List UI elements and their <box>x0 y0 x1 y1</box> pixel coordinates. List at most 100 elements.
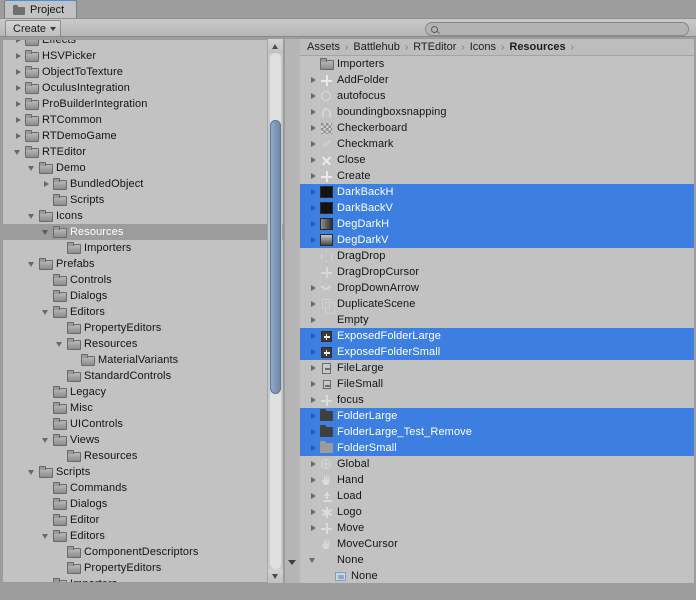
expand-arrow-collapsed[interactable] <box>308 504 319 520</box>
asset-row[interactable]: DropDownArrow <box>300 280 694 296</box>
expand-arrow-expanded[interactable] <box>41 304 52 320</box>
expand-arrow-expanded[interactable] <box>27 208 38 224</box>
expand-arrow-collapsed[interactable] <box>308 408 319 424</box>
asset-row[interactable]: focus <box>300 392 694 408</box>
expand-arrow-expanded[interactable] <box>41 432 52 448</box>
tree-row[interactable]: Misc <box>3 400 283 416</box>
tree-row[interactable]: Prefabs <box>3 256 283 272</box>
tree-row[interactable]: RTDemoGame <box>3 128 283 144</box>
search-input[interactable] <box>442 23 672 35</box>
tab-project[interactable]: Project <box>4 0 78 18</box>
expand-arrow-collapsed[interactable] <box>308 376 319 392</box>
asset-row[interactable]: FileSmall <box>300 376 694 392</box>
expand-arrow-collapsed[interactable] <box>308 104 319 120</box>
expand-arrow-collapsed[interactable] <box>308 344 319 360</box>
expand-arrow-expanded[interactable] <box>27 160 38 176</box>
scroll-up-button[interactable] <box>268 39 283 53</box>
tree-row[interactable]: Importers <box>3 240 283 256</box>
expand-arrow-collapsed[interactable] <box>308 472 319 488</box>
asset-row[interactable]: None <box>300 568 694 583</box>
expand-arrow-expanded[interactable] <box>41 224 52 240</box>
breadcrumb-item[interactable]: Resources <box>507 41 567 53</box>
asset-row[interactable]: MoveCursor <box>300 536 694 552</box>
tree-row[interactable]: Dialogs <box>3 496 283 512</box>
asset-row[interactable]: DragDropCursor <box>300 264 694 280</box>
expand-arrow-collapsed[interactable] <box>308 424 319 440</box>
tree-row[interactable]: RTCommon <box>3 112 283 128</box>
asset-row[interactable]: Move <box>300 520 694 536</box>
tree-row[interactable]: Editors <box>3 528 283 544</box>
tree-row[interactable]: HSVPicker <box>3 48 283 64</box>
tree-row[interactable]: Commands <box>3 480 283 496</box>
asset-row[interactable]: Importers <box>300 56 694 72</box>
expand-arrow-collapsed[interactable] <box>13 96 24 112</box>
tree-row[interactable]: Scripts <box>3 464 283 480</box>
asset-row[interactable]: FileLarge <box>300 360 694 376</box>
expand-arrow-collapsed[interactable] <box>308 360 319 376</box>
expand-arrow-collapsed[interactable] <box>308 152 319 168</box>
asset-row[interactable]: AddFolder <box>300 72 694 88</box>
expand-arrow-expanded[interactable] <box>27 464 38 480</box>
tree-row[interactable]: Views <box>3 432 283 448</box>
tree-row[interactable]: MaterialVariants <box>3 352 283 368</box>
tree-row[interactable]: ObjectToTexture <box>3 64 283 80</box>
asset-row[interactable]: Hand <box>300 472 694 488</box>
expand-arrow-collapsed[interactable] <box>308 184 319 200</box>
expand-arrow-collapsed[interactable] <box>308 328 319 344</box>
expand-arrow-expanded[interactable] <box>308 552 319 568</box>
asset-row[interactable]: ExposedFolderLarge <box>300 328 694 344</box>
asset-row[interactable]: DegDarkH <box>300 216 694 232</box>
asset-row[interactable]: DragDrop <box>300 248 694 264</box>
asset-row[interactable]: Empty <box>300 312 694 328</box>
breadcrumb-item[interactable]: Battlehub <box>351 41 401 53</box>
tree-row[interactable]: ProBuilderIntegration <box>3 96 283 112</box>
breadcrumb-item[interactable]: Icons <box>468 41 498 53</box>
scroll-down-button[interactable] <box>268 569 283 583</box>
asset-row[interactable]: Close <box>300 152 694 168</box>
tree-row[interactable]: Demo <box>3 160 283 176</box>
asset-row[interactable]: autofocus <box>300 88 694 104</box>
asset-row[interactable]: boundingboxsnapping <box>300 104 694 120</box>
expand-arrow-collapsed[interactable] <box>308 312 319 328</box>
tree-vertical-scrollbar[interactable] <box>267 39 283 583</box>
tree-row[interactable]: Importers <box>3 576 283 582</box>
expand-arrow-collapsed[interactable] <box>308 72 319 88</box>
expand-arrow-collapsed[interactable] <box>308 88 319 104</box>
asset-row[interactable]: Checkmark <box>300 136 694 152</box>
expand-arrow-collapsed[interactable] <box>308 280 319 296</box>
asset-row[interactable]: DarkBackV <box>300 200 694 216</box>
tree-row[interactable]: Controls <box>3 272 283 288</box>
expand-arrow-collapsed[interactable] <box>308 296 319 312</box>
asset-row[interactable]: Checkerboard <box>300 120 694 136</box>
tree-row[interactable]: RTEditor <box>3 144 283 160</box>
asset-row[interactable]: Global <box>300 456 694 472</box>
tree-row[interactable]: Icons <box>3 208 283 224</box>
search-box[interactable] <box>425 22 689 36</box>
asset-row[interactable]: Load <box>300 488 694 504</box>
expand-arrow-expanded[interactable] <box>41 528 52 544</box>
tree-row[interactable]: Editors <box>3 304 283 320</box>
expand-arrow-collapsed[interactable] <box>308 520 319 536</box>
tree-row[interactable]: Dialogs <box>3 288 283 304</box>
tree-row[interactable]: StandardControls <box>3 368 283 384</box>
tree-row[interactable]: Resources <box>3 336 283 352</box>
asset-row[interactable]: DuplicateScene <box>300 296 694 314</box>
expand-arrow-collapsed[interactable] <box>308 216 319 232</box>
asset-row[interactable]: FolderLarge <box>300 408 694 424</box>
asset-row[interactable]: ExposedFolderSmall <box>300 344 694 360</box>
asset-list-panel[interactable]: Assets › Battlehub › RTEditor › Icons › Resource… <box>300 39 694 583</box>
expand-arrow-collapsed[interactable] <box>13 40 24 48</box>
tree-row[interactable]: Legacy <box>3 384 283 400</box>
tree-row[interactable]: Resources <box>3 448 283 464</box>
expand-arrow-collapsed[interactable] <box>13 128 24 144</box>
list-scroll-column[interactable] <box>285 39 300 583</box>
breadcrumb-item[interactable]: Assets <box>305 41 342 53</box>
expand-arrow-collapsed[interactable] <box>13 48 24 64</box>
expand-arrow-expanded[interactable] <box>55 336 66 352</box>
expand-arrow-collapsed[interactable] <box>13 112 24 128</box>
expand-arrow-expanded[interactable] <box>27 256 38 272</box>
tree-row[interactable]: Scripts <box>3 192 283 208</box>
expand-arrow-collapsed[interactable] <box>308 232 319 248</box>
tree-row[interactable]: OculusIntegration <box>3 80 283 96</box>
expand-arrow-collapsed[interactable] <box>308 120 319 136</box>
